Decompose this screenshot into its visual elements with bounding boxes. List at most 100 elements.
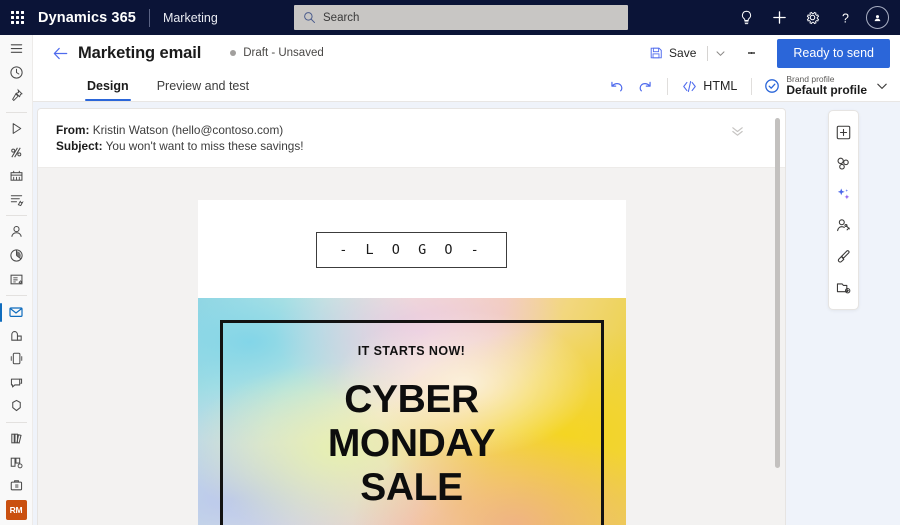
hero-headline-line1: CYBER bbox=[344, 378, 479, 422]
copilot-sparkle-icon[interactable] bbox=[828, 179, 859, 210]
app-module-tile[interactable]: RM bbox=[5, 500, 27, 521]
brand-profile-selector[interactable]: Brand profile Default profile bbox=[760, 72, 890, 100]
help-icon[interactable]: ? bbox=[829, 0, 862, 35]
lightbulb-icon[interactable] bbox=[730, 0, 763, 35]
user-avatar[interactable] bbox=[866, 6, 889, 29]
sidebar-item-segments[interactable] bbox=[0, 188, 33, 212]
add-element-icon[interactable] bbox=[828, 117, 859, 148]
email-from-line: From: Kristin Watson (hello@contoso.com) bbox=[56, 123, 767, 139]
suite-header-actions: ? bbox=[730, 0, 894, 35]
svg-text:?: ? bbox=[842, 11, 849, 25]
designer-tool-rail bbox=[827, 110, 859, 310]
right-toolrail-area bbox=[786, 102, 900, 525]
rail-divider bbox=[5, 215, 27, 217]
logo-placeholder: - L O G O - bbox=[316, 232, 507, 269]
hero-text-content: IT STARTS NOW! CYBER MONDAY SALE bbox=[198, 298, 626, 525]
email-from-value: Kristin Watson (hello@contoso.com) bbox=[92, 123, 284, 137]
email-subject-label: Subject: bbox=[56, 138, 103, 153]
search-icon bbox=[303, 11, 316, 24]
sidebar-item-pinned[interactable] bbox=[0, 84, 33, 108]
html-label: HTML bbox=[703, 79, 738, 93]
canvas-scrollbar-track[interactable] bbox=[770, 109, 785, 525]
expand-header-chevron-icon[interactable] bbox=[730, 125, 745, 138]
layout-elements-icon[interactable] bbox=[828, 148, 859, 179]
assets-library-icon[interactable] bbox=[828, 272, 859, 303]
brand-profile-text: Brand profile Default profile bbox=[786, 74, 867, 98]
sidebar-item-recent[interactable] bbox=[0, 61, 33, 85]
personalization-icon[interactable] bbox=[828, 210, 859, 241]
toolbar-divider bbox=[667, 77, 669, 95]
tab-design[interactable]: Design bbox=[85, 71, 131, 102]
tab-preview-and-test-label: Preview and test bbox=[156, 79, 250, 93]
sidebar-item-templates[interactable] bbox=[0, 450, 33, 474]
email-header-panel[interactable]: From: Kristin Watson (hello@contoso.com)… bbox=[38, 109, 785, 169]
sidebar-item-custom-channels[interactable] bbox=[0, 394, 33, 418]
brand-profile-value: Default profile bbox=[786, 83, 867, 98]
back-button[interactable] bbox=[47, 40, 73, 66]
app-module-initials: RM bbox=[9, 505, 23, 516]
logo-block[interactable]: - L O G O - bbox=[197, 200, 626, 299]
sidebar-item-hamburger-menu[interactable] bbox=[0, 37, 33, 61]
sidebar-item-marketing-emails[interactable] bbox=[0, 300, 33, 324]
hero-headline-line2: MONDAY bbox=[327, 422, 496, 466]
sidebar-item-assets[interactable] bbox=[0, 474, 33, 498]
sidebar-item-postal-mail[interactable] bbox=[0, 323, 33, 347]
search-placeholder-text: Search bbox=[323, 11, 360, 24]
search-input[interactable]: Search bbox=[294, 5, 628, 30]
save-icon bbox=[649, 46, 663, 60]
sidebar-item-analytics[interactable] bbox=[0, 244, 33, 268]
search-container: Search bbox=[294, 5, 628, 30]
suite-header: Dynamics 365 Marketing Search ? bbox=[0, 0, 900, 35]
header-divider bbox=[148, 8, 150, 27]
tab-preview-and-test[interactable]: Preview and test bbox=[155, 71, 251, 101]
app-launcher-button[interactable] bbox=[0, 0, 34, 35]
html-button[interactable]: HTML bbox=[676, 73, 743, 99]
plus-icon[interactable] bbox=[763, 0, 796, 35]
undo-icon[interactable] bbox=[603, 73, 631, 99]
dynamics-365-marketing-email-designer: Dynamics 365 Marketing Search ? RM Marke… bbox=[0, 0, 900, 525]
main-content: Marketing email Draft - Unsaved Save Rea… bbox=[33, 35, 900, 525]
left-navigation-rail: RM bbox=[0, 35, 33, 525]
rail-divider bbox=[5, 421, 27, 423]
command-bar: Marketing email Draft - Unsaved Save Rea… bbox=[33, 35, 900, 71]
email-from-label: From: bbox=[56, 123, 90, 137]
sidebar-item-library[interactable] bbox=[0, 427, 33, 451]
sidebar-item-push-notifications[interactable] bbox=[0, 371, 33, 395]
email-canvas[interactable]: From: Kristin Watson (hello@contoso.com)… bbox=[37, 108, 786, 525]
designer-canvas-area: From: Kristin Watson (hello@contoso.com)… bbox=[33, 102, 900, 525]
brand-profile-check-icon bbox=[764, 78, 780, 94]
app-body: RM Marketing email Draft - Unsaved Save … bbox=[0, 35, 900, 525]
email-scroll-region[interactable]: From: Kristin Watson (hello@contoso.com)… bbox=[38, 109, 785, 525]
more-commands-button[interactable] bbox=[738, 39, 764, 67]
canvas-scrollbar-thumb[interactable] bbox=[775, 118, 780, 468]
sidebar-item-forms[interactable] bbox=[0, 267, 33, 291]
rail-divider bbox=[5, 294, 27, 296]
chevron-down-icon bbox=[876, 80, 888, 92]
hero-kicker: IT STARTS NOW! bbox=[357, 344, 466, 359]
sidebar-item-events[interactable] bbox=[0, 164, 33, 188]
brand-name[interactable]: Dynamics 365 bbox=[34, 10, 136, 26]
sidebar-item-journeys[interactable] bbox=[0, 140, 33, 164]
gear-icon[interactable] bbox=[796, 0, 829, 35]
designer-tabbar: Design Preview and test HTML Brand profi… bbox=[33, 71, 900, 102]
sidebar-item-contacts[interactable] bbox=[0, 220, 33, 244]
status-dot-icon bbox=[230, 50, 237, 56]
hero-headline-line3: SALE bbox=[360, 465, 463, 509]
email-body-container: - L O G O - IT STARTS NOW! CYBER MONDAY … bbox=[38, 168, 785, 525]
email-body[interactable]: - L O G O - IT STARTS NOW! CYBER MONDAY … bbox=[197, 200, 626, 525]
email-subject-value: You won't want to miss these savings! bbox=[105, 138, 304, 153]
status-text: Draft - Unsaved bbox=[243, 47, 324, 59]
toolbar-divider bbox=[751, 77, 753, 95]
styles-brush-icon[interactable] bbox=[828, 241, 859, 272]
hero-image-block[interactable]: IT STARTS NOW! CYBER MONDAY SALE bbox=[197, 298, 626, 525]
ready-to-send-button[interactable]: Ready to send bbox=[777, 38, 890, 68]
waffle-icon bbox=[10, 11, 24, 24]
save-button[interactable]: Save bbox=[644, 39, 700, 67]
sidebar-item-journeys-play[interactable] bbox=[0, 117, 33, 141]
sidebar-item-text-messages[interactable] bbox=[0, 347, 33, 371]
app-name[interactable]: Marketing bbox=[163, 11, 218, 25]
status-badge: Draft - Unsaved bbox=[230, 47, 324, 59]
redo-icon[interactable] bbox=[631, 73, 659, 99]
save-options-chevron[interactable] bbox=[710, 39, 731, 67]
save-label: Save bbox=[669, 46, 697, 60]
